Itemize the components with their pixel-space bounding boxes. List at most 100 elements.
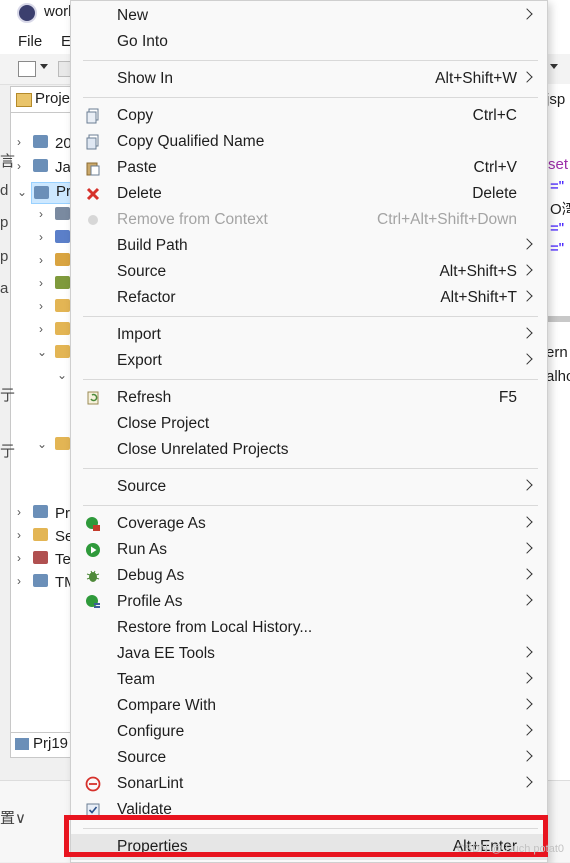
menu-item-close-unrelated-projects[interactable]: Close Unrelated Projects: [71, 437, 547, 463]
eclipse-app-icon: [17, 3, 37, 23]
menu-item-label: Configure: [117, 723, 185, 740]
menu-item-label: Show In: [117, 70, 174, 87]
menu-item-java-ee-tools[interactable]: Java EE Tools: [71, 641, 547, 667]
menu-item-label: Close Project: [117, 415, 210, 432]
dropdown-arrow-icon[interactable]: [40, 64, 48, 69]
new-wizard-icon[interactable]: [18, 61, 36, 77]
panel-divider: [546, 316, 570, 322]
menu-item-copy[interactable]: Copy Ctrl+C: [71, 103, 547, 129]
menu-separator: [83, 60, 538, 61]
menu-item-run-as[interactable]: Run As: [71, 537, 547, 563]
collapse-chevron-icon[interactable]: ⌄: [37, 345, 47, 359]
submenu-arrow-icon: [521, 8, 533, 20]
menu-item-profile-as[interactable]: Profile As: [71, 589, 547, 615]
menu-item-remove-from-context: Remove from Context Ctrl+Alt+Shift+Down: [71, 207, 547, 233]
paste-icon: [85, 160, 101, 176]
project-tree[interactable]: › 20 › Jav Prj ⌄ › › › › › › ⌄ ⌄ ⌄ › Pro…: [10, 112, 78, 734]
expand-chevron-icon[interactable]: ›: [17, 505, 21, 519]
menu-item-build-path[interactable]: Build Path: [71, 233, 547, 259]
menu-item-team[interactable]: Team: [71, 667, 547, 693]
menu-item-paste[interactable]: Paste Ctrl+V: [71, 155, 547, 181]
submenu-arrow-icon: [521, 516, 533, 528]
menu-item-restore-from-local-history[interactable]: Restore from Local History...: [71, 615, 547, 641]
menu-item-label: Team: [117, 671, 155, 688]
submenu-arrow-icon: [521, 238, 533, 250]
menu-item-label: Remove from Context: [117, 211, 268, 228]
menu-item-configure[interactable]: Configure: [71, 719, 547, 745]
expand-chevron-icon[interactable]: ›: [39, 207, 43, 221]
tree-item-selected[interactable]: Prj: [31, 182, 75, 204]
submenu-arrow-icon: [521, 290, 533, 302]
menu-item-label: Close Unrelated Projects: [117, 441, 289, 458]
menu-item-shortcut: Ctrl+V: [473, 159, 518, 176]
menu-item-label: Source: [117, 478, 167, 495]
menu-item-label: Copy: [117, 107, 154, 124]
menu-item-refresh[interactable]: Refresh F5: [71, 385, 547, 411]
code-fragment: =": [550, 220, 565, 237]
folder-icon: [55, 437, 70, 450]
code-fragment: =": [550, 178, 565, 195]
collapse-chevron-icon[interactable]: ⌄: [57, 368, 67, 382]
menu-file[interactable]: File: [18, 33, 42, 50]
expand-chevron-icon[interactable]: ›: [39, 230, 43, 244]
menu-item-source[interactable]: Source: [71, 745, 547, 771]
expand-chevron-icon[interactable]: ›: [17, 528, 21, 542]
menu-item-sonarlint[interactable]: SonarLint: [71, 771, 547, 797]
submenu-arrow-icon: [521, 646, 533, 658]
menu-item-debug-as[interactable]: Debug As: [71, 563, 547, 589]
menu-item-compare-with[interactable]: Compare With: [71, 693, 547, 719]
menu-item-refactor[interactable]: Refactor Alt+Shift+T: [71, 285, 547, 311]
menu-item-label: New: [117, 7, 149, 24]
bottom-view-tab[interactable]: Prj19: [10, 732, 74, 758]
menu-item-go-into[interactable]: Go Into: [71, 29, 547, 55]
submenu-arrow-icon: [521, 71, 533, 83]
menu-item-shortcut: Alt+Shift+T: [440, 289, 517, 306]
copy-icon: [85, 108, 101, 124]
library-icon: [55, 207, 70, 220]
expand-chevron-icon[interactable]: ›: [17, 135, 21, 149]
submenu-arrow-icon: [521, 264, 533, 276]
menu-item-coverage-as[interactable]: Coverage As: [71, 511, 547, 537]
editor-text-fragment: p: [0, 214, 9, 231]
expand-chevron-icon[interactable]: ›: [39, 276, 43, 290]
expand-chevron-icon[interactable]: ›: [39, 299, 43, 313]
menu-item-export[interactable]: Export: [71, 348, 547, 374]
project-explorer-icon: [16, 93, 32, 107]
expand-chevron-icon[interactable]: ›: [39, 253, 43, 267]
project-icon: [33, 574, 48, 587]
menu-item-new[interactable]: New: [71, 3, 547, 29]
menu-item-shortcut: Ctrl+C: [472, 107, 517, 124]
code-fragment: set: [548, 156, 569, 173]
menu-item-source[interactable]: Source Alt+Shift+S: [71, 259, 547, 285]
menu-item-source[interactable]: Source: [71, 474, 547, 500]
dropdown-arrow-icon[interactable]: [550, 64, 558, 69]
project-icon: [15, 738, 29, 750]
expand-chevron-icon[interactable]: ›: [39, 322, 43, 336]
menu-item-label: Refresh: [117, 389, 172, 406]
menu-item-shortcut: Alt+Shift+W: [435, 70, 517, 87]
submenu-arrow-icon: [521, 672, 533, 684]
console-text: alho: [546, 368, 570, 385]
expand-chevron-icon[interactable]: ›: [17, 551, 21, 565]
menu-item-label: Debug As: [117, 567, 185, 584]
refresh-icon: [85, 390, 101, 406]
menu-item-import[interactable]: Import: [71, 322, 547, 348]
menu-item-label: Run As: [117, 541, 167, 558]
menu-item-label: Compare With: [117, 697, 217, 714]
menu-item-show-in[interactable]: Show In Alt+Shift+W: [71, 66, 547, 92]
collapse-chevron-icon[interactable]: ⌄: [17, 185, 27, 199]
editor-text-fragment: 亍: [0, 387, 16, 404]
collapse-chevron-icon[interactable]: ⌄: [37, 437, 47, 451]
menu-item-label: Java EE Tools: [117, 645, 215, 662]
expand-chevron-icon[interactable]: ›: [17, 159, 21, 173]
menu-item-label: Import: [117, 326, 161, 343]
expand-chevron-icon[interactable]: ›: [17, 574, 21, 588]
submenu-arrow-icon: [521, 568, 533, 580]
menu-item-close-project[interactable]: Close Project: [71, 411, 547, 437]
console-text: ern: [546, 344, 568, 361]
menu-item-delete[interactable]: Delete Delete: [71, 181, 547, 207]
menu-item-copy-qualified-name[interactable]: Copy Qualified Name: [71, 129, 547, 155]
editor-tab-label[interactable]: jsp: [546, 91, 565, 108]
run-icon: [85, 542, 101, 558]
folder-icon: [55, 299, 70, 312]
